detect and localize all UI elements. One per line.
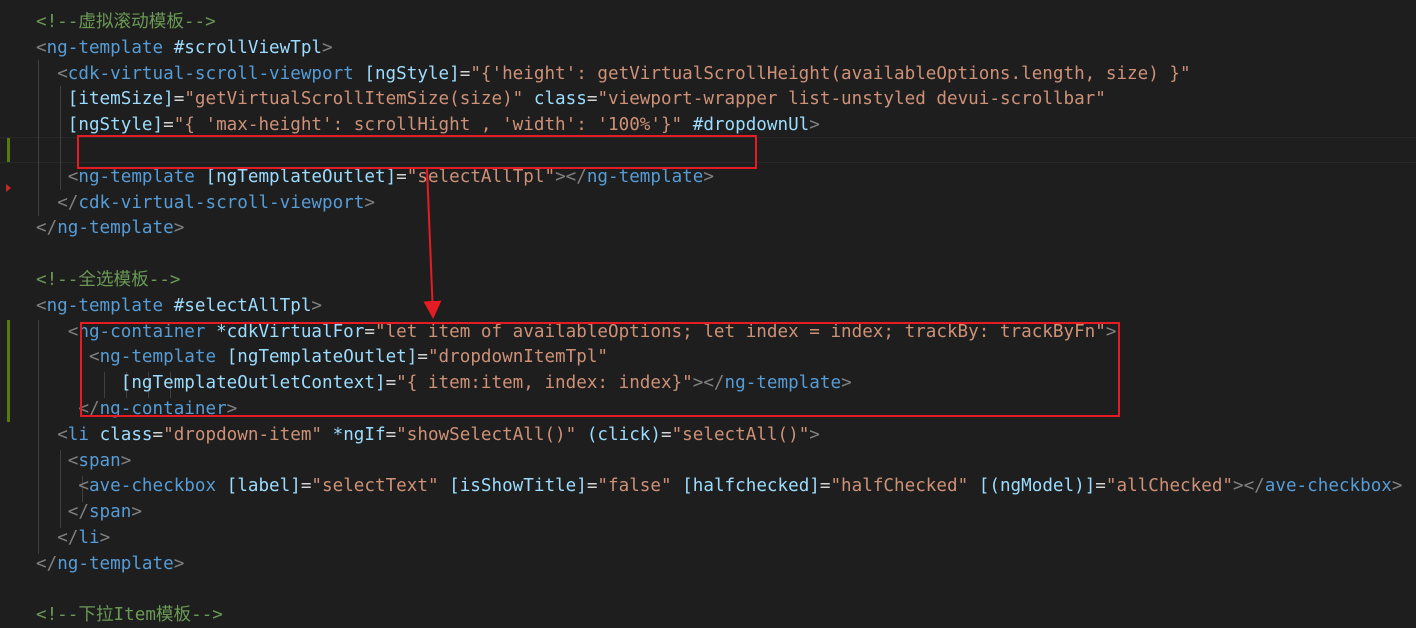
annotation-arrow [423,168,442,319]
code-editor[interactable]: <!--虚拟滚动模板--> <ng-template #scrollViewTpl… [0,0,1416,625]
